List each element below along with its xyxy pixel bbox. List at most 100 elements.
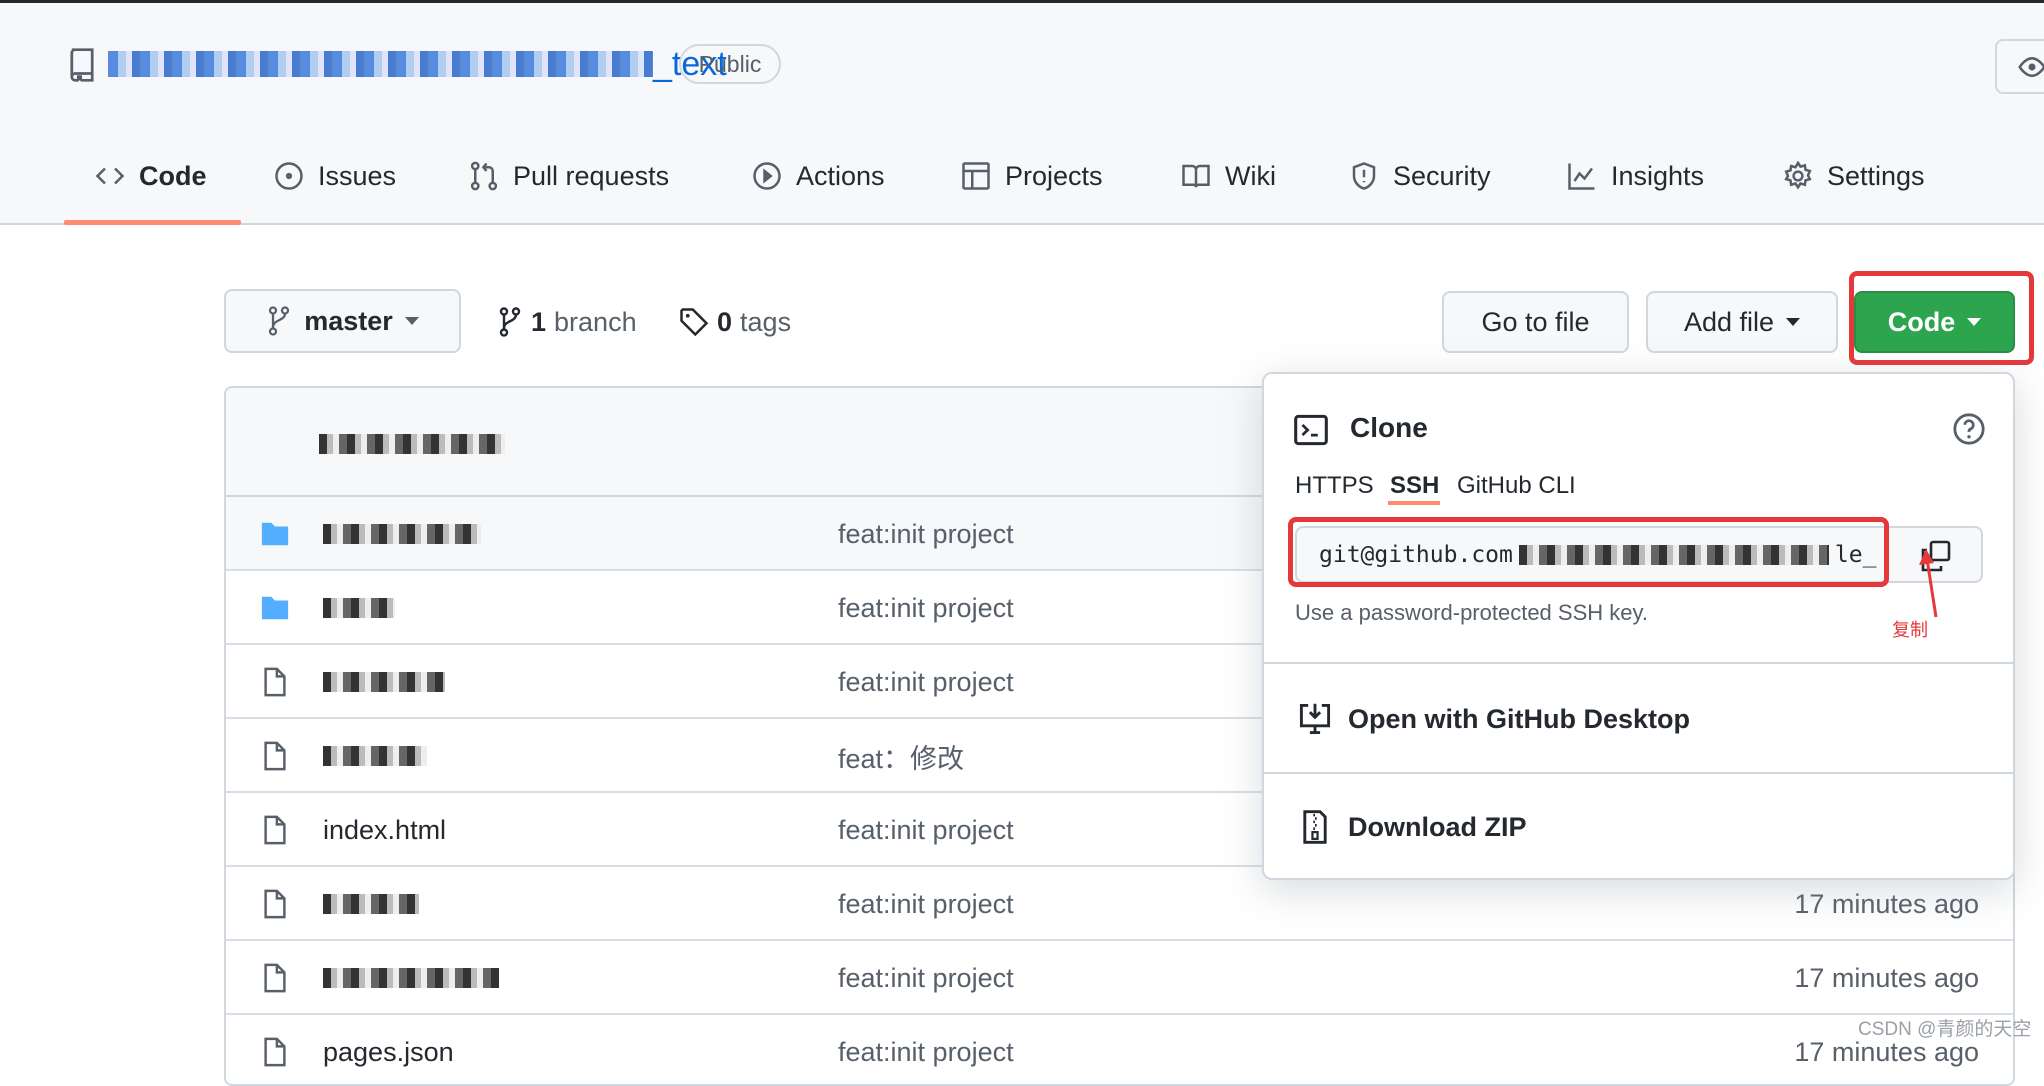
play-icon [753, 162, 781, 190]
clone-title: Clone [1350, 412, 1428, 443]
caret-down-icon [1786, 318, 1801, 326]
open-github-desktop-item[interactable]: Open with GitHub Desktop [1264, 664, 2013, 774]
folder-icon [261, 522, 289, 546]
visibility-badge: Public [679, 44, 781, 84]
clone-tab-https[interactable]: HTTPS [1295, 472, 1374, 500]
help-icon[interactable] [1952, 412, 1986, 446]
code-icon [95, 167, 125, 185]
redacted-file-name [323, 598, 395, 618]
branch-select[interactable]: master [224, 289, 461, 353]
file-name-link[interactable] [323, 719, 427, 793]
commit-message-link[interactable]: feat:init project [838, 497, 1014, 571]
file-name-link[interactable] [323, 645, 445, 719]
file-name-link[interactable]: pages.json [323, 1015, 454, 1084]
tab-security[interactable]: Security [1349, 156, 1491, 196]
clone-tab-github-cli[interactable]: GitHub CLI [1457, 472, 1576, 500]
table-icon [962, 162, 990, 190]
tab-pull-requests[interactable]: Pull requests [469, 156, 669, 196]
issue-icon [275, 162, 303, 190]
commit-message-link[interactable]: feat:init project [838, 941, 1014, 1015]
folder-icon [261, 596, 289, 620]
commit-message-link[interactable]: feat:init project [838, 793, 1014, 867]
watch-button[interactable] [1995, 39, 2044, 94]
tab-label: Settings [1827, 160, 1925, 191]
tab-label: Issues [318, 160, 397, 191]
tab-issues[interactable]: Issues [274, 156, 396, 196]
book-icon [1182, 164, 1210, 188]
active-clone-tab-indicator [1388, 501, 1440, 505]
redacted-repo-name [108, 51, 653, 77]
tab-wiki[interactable]: Wiki [1181, 156, 1276, 196]
redacted-file-name [323, 672, 445, 692]
repo-icon [70, 48, 94, 82]
commit-time: 17 minutes ago [1794, 962, 1979, 993]
ssh-hint: Use a password-protected SSH key. [1295, 600, 1648, 625]
caret-down-icon [404, 317, 419, 325]
download-zip-label: Download ZIP [1348, 811, 1527, 842]
download-zip-item[interactable]: Download ZIP [1264, 774, 2013, 880]
tab-label: Pull requests [513, 160, 670, 191]
file-icon [264, 963, 286, 993]
pull-request-icon [470, 161, 498, 191]
terminal-icon [1294, 414, 1328, 446]
branch-name: master [304, 305, 393, 336]
tab-label: Code [139, 160, 207, 191]
tag-count: 0 [717, 306, 733, 337]
tab-code[interactable]: Code [95, 156, 207, 196]
eye-icon [2018, 56, 2044, 78]
open-desktop-label: Open with GitHub Desktop [1348, 703, 1690, 734]
commit-message-link[interactable]: feat:init project [838, 1015, 1014, 1084]
commit-message-link[interactable]: feat:init project [838, 645, 1014, 719]
desktop-download-icon [1299, 703, 1331, 735]
redacted-file-name [323, 746, 427, 766]
watermark: CSDN @青颜的天空 [1858, 1019, 2032, 1040]
file-icon [264, 1037, 286, 1067]
tab-label: Insights [1611, 160, 1705, 191]
tag-icon [680, 308, 709, 337]
add-file-button[interactable]: Add file [1646, 291, 1838, 353]
tab-actions[interactable]: Actions [752, 156, 885, 196]
file-row[interactable]: pages.json feat:init project 17 minutes ag… [226, 1015, 2013, 1084]
go-to-file-button[interactable]: Go to file [1442, 291, 1629, 353]
file-name-link[interactable] [323, 941, 499, 1015]
branches-link[interactable]: 1 branch [497, 302, 637, 342]
repo-title-link[interactable]: _text [108, 44, 727, 84]
file-icon [264, 815, 286, 845]
file-name-link[interactable] [323, 497, 481, 571]
redacted-file-name [323, 968, 499, 988]
redacted-commit-info [319, 434, 505, 454]
active-tab-indicator [64, 220, 241, 225]
shield-icon [1352, 162, 1376, 190]
clone-tab-ssh[interactable]: SSH [1390, 472, 1439, 500]
commit-message-link[interactable]: feat：修改 [838, 719, 964, 793]
tab-label: Actions [796, 160, 885, 191]
branch-count: 1 [531, 306, 547, 337]
annotation-highlight-url [1288, 517, 1889, 587]
file-name-link[interactable] [323, 867, 419, 941]
file-icon [264, 667, 286, 697]
commit-message-link[interactable]: feat:init project [838, 571, 1014, 645]
tab-label: Wiki [1225, 160, 1276, 191]
file-row[interactable]: feat:init project 17 minutes ago [226, 941, 2013, 1015]
tab-settings[interactable]: Settings [1783, 156, 1925, 196]
tag-label: tags [740, 306, 792, 337]
branch-label: branch [554, 306, 637, 337]
branch-icon [269, 306, 290, 336]
annotation-highlight-code [1849, 271, 2034, 365]
tags-link[interactable]: 0 tags [679, 302, 791, 342]
branch-icon [499, 307, 521, 337]
gear-icon [1784, 161, 1812, 190]
redacted-file-name [323, 524, 481, 544]
tab-projects[interactable]: Projects [961, 156, 1103, 196]
annotation-copy-label: 复制 [1892, 620, 1928, 640]
file-zip-icon [1303, 810, 1327, 844]
tab-insights[interactable]: Insights [1567, 156, 1704, 196]
add-file-label: Add file [1683, 306, 1775, 337]
commit-message-link[interactable]: feat:init project [838, 867, 1014, 941]
tab-label: Security [1393, 160, 1491, 191]
redacted-file-name [323, 894, 419, 914]
graph-icon [1568, 163, 1595, 190]
annotation-arrow-icon [1919, 549, 1938, 618]
file-name-link[interactable]: index.html [323, 793, 446, 867]
file-name-link[interactable] [323, 571, 395, 645]
